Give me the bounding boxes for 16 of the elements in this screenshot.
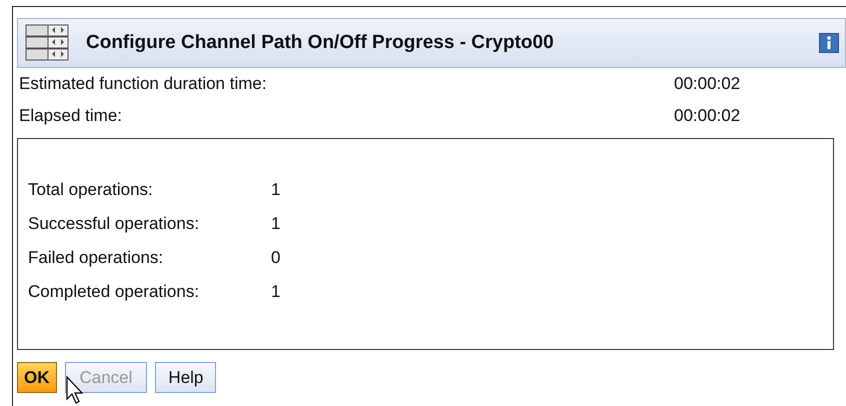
result-label: Total operations: bbox=[28, 180, 154, 200]
field-value: 00:00:02 bbox=[674, 74, 742, 94]
window-title: Configure Channel Path On/Off Progress - Crypto00 bbox=[86, 32, 555, 54]
field-value: 00:00:02 bbox=[674, 106, 742, 126]
result-value: 0 bbox=[271, 248, 280, 268]
result-label: Failed operations: bbox=[28, 248, 164, 268]
result-value: 1 bbox=[271, 180, 280, 200]
info-icon[interactable] bbox=[819, 33, 839, 53]
result-value: 1 bbox=[271, 282, 280, 302]
result-label: Successful operations: bbox=[28, 214, 200, 234]
result-label: Completed operations: bbox=[28, 282, 200, 302]
field-label: Estimated function duration time: bbox=[19, 74, 268, 94]
dialog-button[interactable]: OK bbox=[17, 362, 56, 393]
field-label: Elapsed time: bbox=[19, 106, 123, 126]
dialog-button[interactable]: Help bbox=[155, 362, 216, 393]
result-value: 1 bbox=[271, 214, 280, 234]
